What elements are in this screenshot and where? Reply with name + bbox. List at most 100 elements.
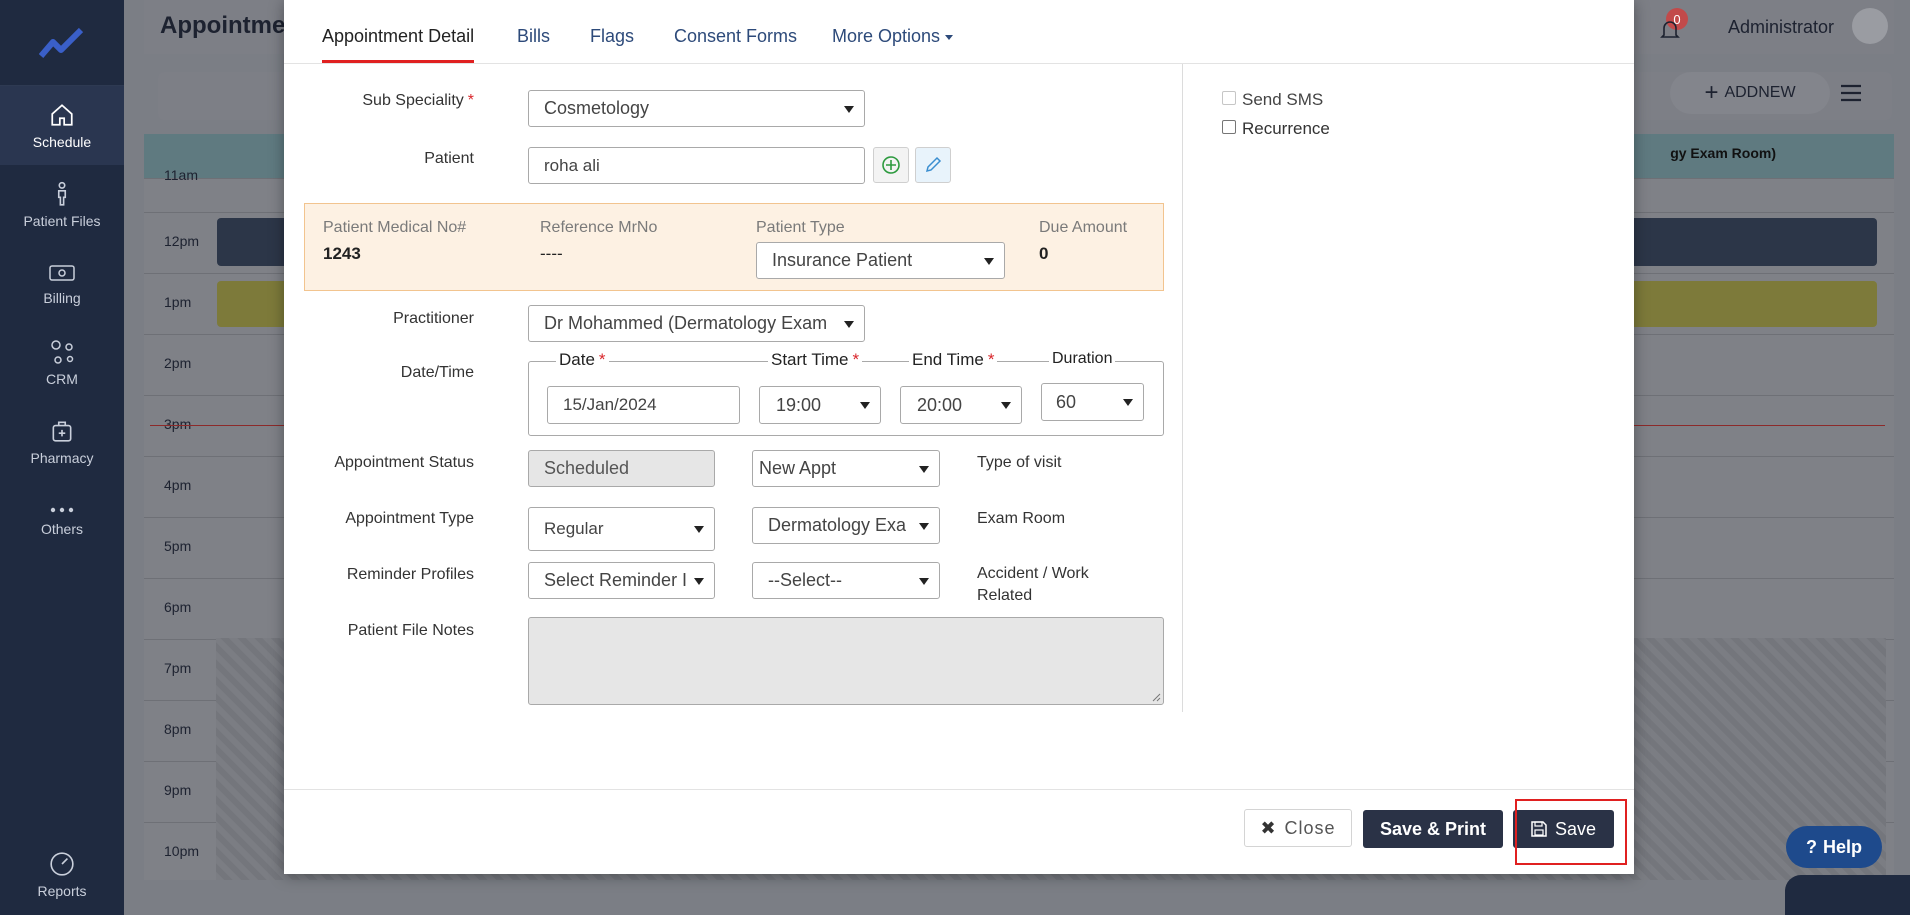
send-sms-label: Send SMS	[1242, 90, 1324, 109]
appointment-type-label: Appointment Type	[345, 510, 474, 527]
caret-down-icon	[945, 34, 954, 40]
start-time-select[interactable]: 19:00	[759, 386, 881, 424]
home-icon	[51, 103, 73, 126]
add-patient-button[interactable]	[873, 147, 909, 183]
help-button[interactable]: ? Help	[1786, 826, 1882, 868]
sidebar-item-billing[interactable]: Billing	[0, 244, 124, 323]
tab-consent-forms[interactable]: Consent Forms	[674, 26, 797, 47]
due-amount-label: Due Amount	[1039, 219, 1128, 236]
save-print-button[interactable]: Save & Print	[1363, 810, 1503, 848]
help-icon: ?	[1805, 836, 1817, 857]
duration-select[interactable]: 60	[1041, 383, 1144, 421]
patient-input[interactable]: roha ali	[528, 147, 865, 184]
dropdown-arrow-icon	[860, 402, 870, 409]
input-value: 15/Jan/2024	[563, 395, 657, 414]
resize-handle-icon[interactable]	[1151, 692, 1161, 702]
avatar[interactable]	[1852, 8, 1888, 44]
visit-type-select[interactable]: New Appt	[752, 450, 940, 487]
edit-patient-button[interactable]	[915, 147, 951, 183]
dropdown-arrow-icon	[694, 577, 704, 585]
select-value: --Select--	[768, 570, 843, 590]
date-input[interactable]: 15/Jan/2024	[547, 386, 740, 424]
field-value: Scheduled	[544, 458, 630, 478]
label-text: Sub Speciality	[362, 92, 464, 109]
sidebar-item-schedule[interactable]: Schedule	[0, 86, 124, 165]
practitioner-select[interactable]: Dr Mohammed (Dermatology Exam	[528, 305, 865, 342]
add-new-button[interactable]: + ADDNEW	[1670, 72, 1830, 114]
duration-legend: Duration	[1049, 350, 1116, 368]
select-value: Select Reminder I	[544, 570, 688, 590]
select-value: Regular	[544, 519, 604, 538]
sidebar-item-reports[interactable]: Reports	[0, 835, 124, 915]
reminder-profiles-label: Reminder Profiles	[346, 566, 474, 583]
user-name[interactable]: Administrator	[1728, 17, 1834, 38]
hamburger-menu-icon[interactable]	[1840, 84, 1862, 102]
tab-bills[interactable]: Bills	[517, 26, 550, 47]
appointment-type-select[interactable]: Regular	[528, 507, 715, 551]
select-value: 20:00	[917, 394, 963, 415]
select-value: New Appt	[759, 458, 837, 478]
sidebar-item-patient-files[interactable]: Patient Files	[0, 165, 124, 244]
page-title: Appointme	[160, 12, 286, 39]
dropdown-arrow-icon	[694, 526, 704, 533]
sidebar-item-others[interactable]: Others	[0, 481, 124, 560]
patient-type-select[interactable]: Insurance Patient	[756, 242, 1005, 279]
reminder-profiles-select[interactable]: Select Reminder I	[528, 562, 715, 599]
sidebar-item-pharmacy[interactable]: Pharmacy	[0, 402, 124, 481]
dropdown-arrow-icon	[1001, 402, 1011, 409]
dropdown-arrow-icon	[844, 320, 854, 328]
select-value: 19:00	[776, 394, 822, 415]
time-label: 2pm	[164, 355, 192, 371]
network-icon	[51, 339, 74, 364]
tab-appointment-detail[interactable]: Appointment Detail	[322, 26, 474, 47]
dropdown-arrow-icon	[1123, 399, 1133, 406]
appointment-status-label: Appointment Status	[334, 454, 474, 471]
sidebar-item-label: Pharmacy	[30, 449, 94, 466]
send-sms-checkbox[interactable]	[1222, 91, 1236, 105]
patient-label: Patient	[424, 150, 474, 167]
accident-related-label: Accident / Work Related	[977, 565, 1089, 604]
tab-more-options[interactable]: More Options	[832, 26, 954, 47]
button-label: Close	[1284, 817, 1336, 838]
sidebar-item-label: Reports	[37, 883, 87, 899]
time-label: 4pm	[164, 477, 192, 493]
exam-room-select[interactable]: Dermatology Exa	[752, 507, 940, 544]
accident-related-select[interactable]: --Select--	[752, 562, 940, 599]
time-label: 7pm	[164, 660, 192, 676]
plus-circle-icon	[882, 156, 900, 174]
medical-no-value: 1243	[323, 244, 361, 263]
time-label: 3pm	[164, 416, 192, 432]
time-label: 12pm	[164, 233, 200, 249]
recurrence-checkbox[interactable]	[1222, 120, 1236, 134]
practitioner-label: Practitioner	[393, 310, 474, 327]
sidebar-item-label: CRM	[46, 370, 78, 387]
bell-icon[interactable]	[1658, 18, 1682, 42]
close-button[interactable]: ✖ Close	[1244, 809, 1352, 847]
app-logo[interactable]	[0, 0, 124, 86]
sub-speciality-select[interactable]: Cosmetology	[528, 90, 865, 127]
sidebar-item-label: Others	[40, 520, 83, 537]
end-time-select[interactable]: 20:00	[900, 386, 1022, 424]
appointment-modal: Appointment Detail Bills Flags Consent F…	[284, 0, 1634, 874]
recurrence-label: Recurrence	[1242, 119, 1330, 138]
time-label: 10pm	[164, 843, 200, 859]
sidebar-item-label: Schedule	[32, 133, 92, 150]
pencil-icon	[925, 156, 942, 173]
patient-file-notes-label: Patient File Notes	[347, 622, 474, 639]
start-time-legend: Start Time *	[768, 350, 863, 370]
plus-icon: +	[1704, 79, 1719, 106]
time-label: 5pm	[164, 538, 192, 554]
help-label: Help	[1822, 836, 1862, 857]
sidebar-item-crm[interactable]: CRM	[0, 323, 124, 402]
column-divider	[1182, 64, 1183, 712]
tab-flags[interactable]: Flags	[590, 26, 634, 47]
date-legend: Date *	[556, 350, 609, 370]
modal-tabs: Appointment Detail Bills Flags Consent F…	[284, 0, 1634, 64]
datetime-label: Date/Time	[400, 364, 474, 381]
input-value: roha ali	[544, 155, 600, 175]
patient-type-label: Patient Type	[756, 219, 845, 236]
modal-footer-divider	[284, 789, 1634, 790]
patient-file-notes-textarea[interactable]	[528, 617, 1164, 705]
active-tab-indicator	[322, 60, 474, 63]
dropdown-arrow-icon	[844, 105, 854, 113]
